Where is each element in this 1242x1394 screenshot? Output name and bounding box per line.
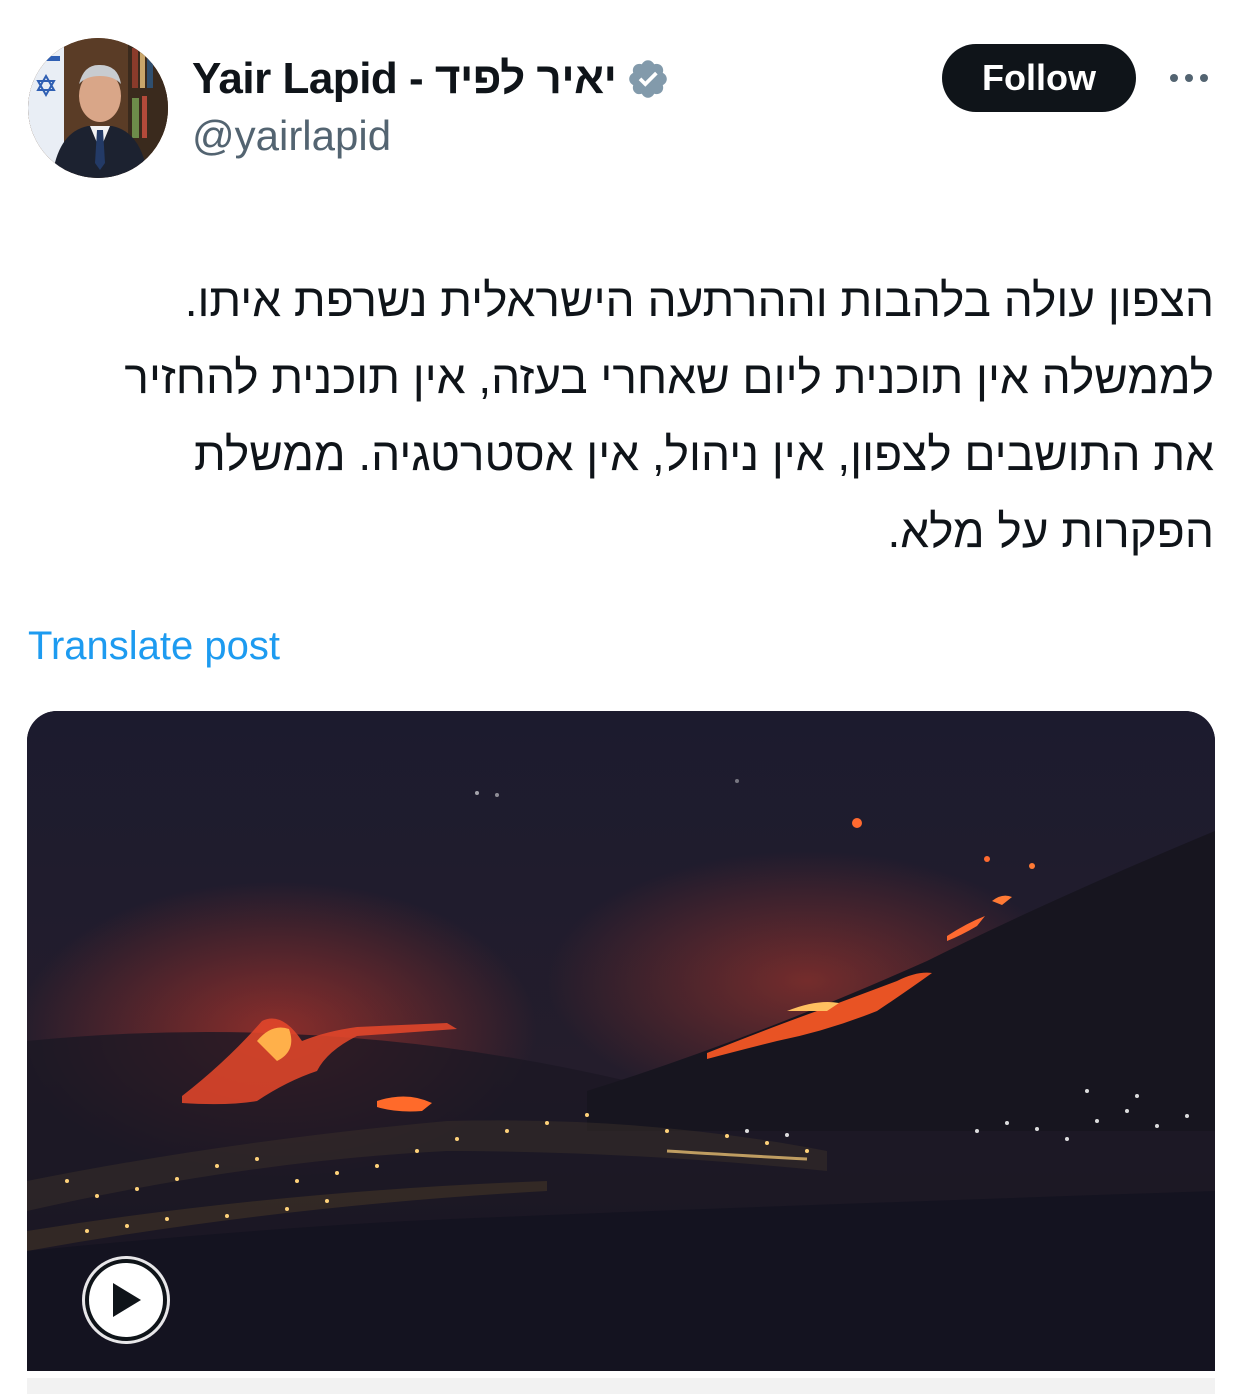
post-text-line: הצפון עולה בלהבות וההרתעה הישראלית נשרפת… — [184, 274, 1214, 326]
author-name-row: Yair Lapid - יאיר לפיד — [192, 50, 670, 108]
avatar-image — [28, 38, 168, 178]
verified-badge-icon[interactable] — [626, 57, 670, 101]
post-text-line: הפקרות על מלא. — [887, 505, 1214, 557]
divider — [27, 1378, 1215, 1394]
night-wildfire-image — [27, 711, 1215, 1371]
author-display-name[interactable]: Yair Lapid - יאיר לפיד — [192, 54, 617, 104]
play-button[interactable] — [85, 1259, 167, 1341]
post-text-line: את התושבים לצפון, אין ניהול, אין אסטרטגי… — [194, 428, 1214, 480]
post-text: הצפון עולה בלהבות וההרתעה הישראלית נשרפת… — [28, 262, 1214, 570]
dot — [1200, 74, 1208, 82]
more-options-icon[interactable] — [1166, 60, 1212, 96]
post-text-line: לממשלה אין תוכנית ליום שאחרי בעזה, אין ת… — [124, 351, 1214, 403]
author-handle[interactable]: @yairlapid — [192, 112, 391, 160]
author-avatar[interactable] — [28, 38, 168, 178]
dot — [1170, 74, 1178, 82]
play-icon — [113, 1283, 141, 1317]
video-thumbnail[interactable] — [27, 711, 1215, 1371]
follow-button[interactable]: Follow — [942, 44, 1136, 112]
translate-post-link[interactable]: Translate post — [28, 624, 280, 669]
dot — [1185, 74, 1193, 82]
